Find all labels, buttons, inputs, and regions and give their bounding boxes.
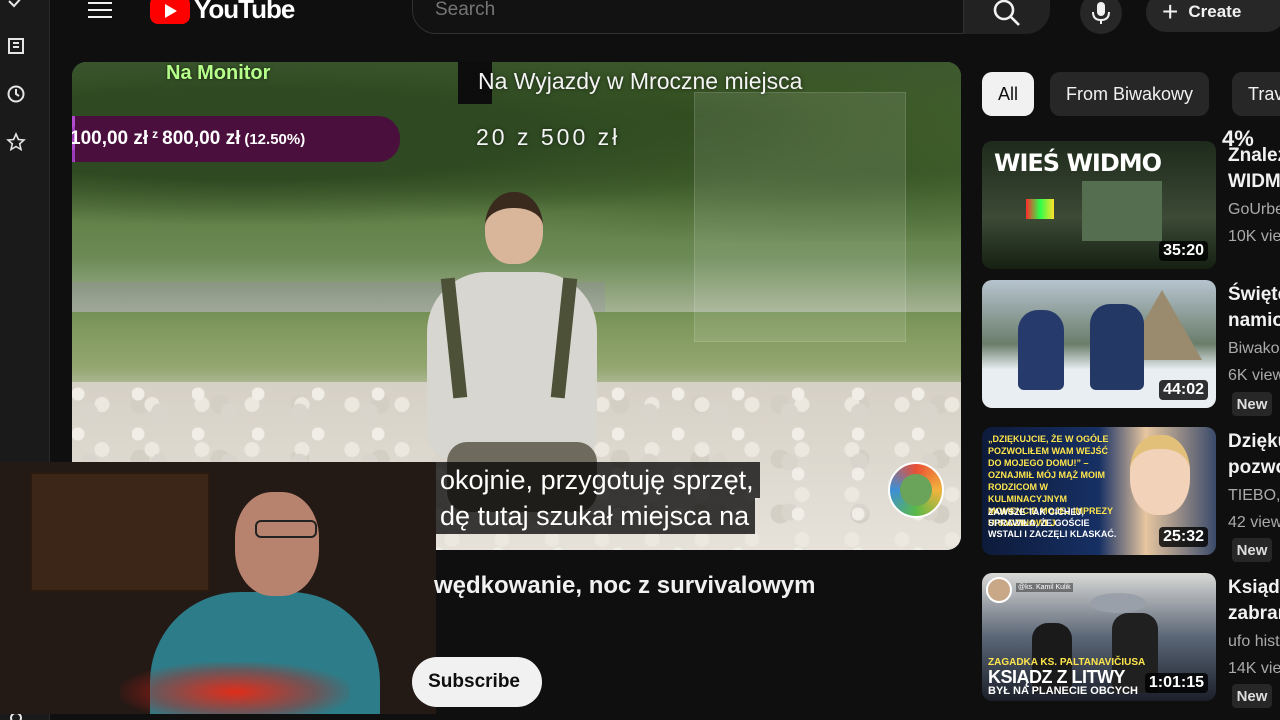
search-input[interactable] <box>435 0 935 21</box>
create-label: Create <box>1188 2 1242 21</box>
top-bar: YouTube + Create <box>50 0 1280 38</box>
new-badge: New <box>1232 684 1272 708</box>
search-box[interactable] <box>412 0 964 34</box>
new-badge: New <box>1232 538 1272 562</box>
filter-chips: All From Biwakowy Trav <box>982 72 1280 116</box>
menu-icon[interactable] <box>88 0 112 20</box>
donation-goal-bar: 100,00 zł z 800,00 zł (12.50%) <box>72 116 400 162</box>
video-thumbnail[interactable]: „DZIĘKUJCIE, ŻE W OGÓLE POZWOLIŁEM WAM W… <box>982 427 1216 555</box>
chip-travel[interactable]: Trav <box>1232 72 1280 116</box>
view-count: 6K view <box>1228 367 1280 384</box>
overlay-panel <box>694 92 906 342</box>
logo-text: YouTube <box>194 0 295 24</box>
view-count: 42 view <box>1228 514 1280 531</box>
video-duration: 25:32 <box>1159 527 1208 547</box>
caption-line: okojnie, przygotuję sprzęt, <box>434 462 760 498</box>
chip-all[interactable]: All <box>982 72 1035 116</box>
chip-from-biwakowy[interactable]: From Biwakowy <box>1050 72 1210 116</box>
history-icon[interactable] <box>6 84 26 104</box>
webcam-overlay <box>0 462 436 714</box>
captions: okojnie, przygotuję sprzęt, dę tutaj szu… <box>434 462 760 534</box>
channel-name[interactable]: Biwako <box>1228 340 1280 358</box>
create-button[interactable]: + Create <box>1146 0 1280 32</box>
video-thumbnail[interactable]: @ks. Kamil Kulik ZAGADKA KS. PALTANAVIČI… <box>982 573 1216 701</box>
channel-name[interactable]: TIEBO, <box>1228 487 1280 505</box>
video-title-line[interactable]: namio <box>1228 308 1280 334</box>
recommendation-item[interactable]: WIEŚ WIDMO 35:20 Znalez WIDM GoUrbe 10K … <box>982 141 1280 271</box>
youtube-play-icon <box>150 0 190 24</box>
video-title-line[interactable]: Dzięku <box>1228 429 1280 455</box>
subscriptions-icon[interactable] <box>6 0 26 12</box>
library-icon[interactable] <box>6 36 26 56</box>
video-thumbnail[interactable]: WIEŚ WIDMO 35:20 <box>982 141 1216 269</box>
subscribe-button[interactable]: Subscribe <box>412 657 542 707</box>
recommendation-item[interactable]: 44:02 Święte namio Biwako 6K view <box>982 280 1280 410</box>
video-title-line[interactable]: Święte <box>1228 282 1280 308</box>
microphone-icon <box>1092 2 1110 24</box>
view-count: 14K vie <box>1228 660 1280 677</box>
youtube-logo[interactable]: YouTube <box>150 0 295 25</box>
channel-name[interactable]: ufo hist <box>1228 633 1280 651</box>
voice-search-button[interactable] <box>1080 0 1122 34</box>
channel-watermark-icon <box>888 462 944 518</box>
donation-goal-text: 100,00 zł z 800,00 zł (12.50%) <box>72 127 306 149</box>
channel-name[interactable]: GoUrbe <box>1228 201 1280 219</box>
video-title-line[interactable]: WIDM <box>1228 169 1280 195</box>
video-title-line[interactable]: Ksiądz <box>1228 575 1280 601</box>
plus-icon: + <box>1162 0 1179 27</box>
new-badge: New <box>1232 392 1272 416</box>
search-button[interactable] <box>964 0 1050 34</box>
search-icon <box>993 0 1020 26</box>
stream-goal-count: 20 z 500 zł <box>476 124 621 150</box>
video-title-line[interactable]: pozwo <box>1228 455 1280 481</box>
star-icon[interactable] <box>6 132 26 152</box>
video-duration: 1:01:15 <box>1144 673 1208 693</box>
video-duration: 44:02 <box>1159 380 1208 400</box>
video-title-line[interactable]: zabrar <box>1228 601 1280 627</box>
video-title: wędkowanie, noc z survivalowym <box>434 572 816 599</box>
video-thumbnail[interactable]: 44:02 <box>982 280 1216 408</box>
caption-line: dę tutaj szukał miejsca na <box>434 498 756 534</box>
video-duration: 35:20 <box>1159 241 1208 261</box>
view-count: 10K vie <box>1228 228 1280 245</box>
video-title-line[interactable]: Znalez <box>1228 143 1280 169</box>
stream-goal-title: Na Wyjazdy w Mroczne miejsca <box>478 68 803 94</box>
channel-avatar <box>986 577 1012 603</box>
monitor-label: Na Monitor <box>166 62 271 84</box>
